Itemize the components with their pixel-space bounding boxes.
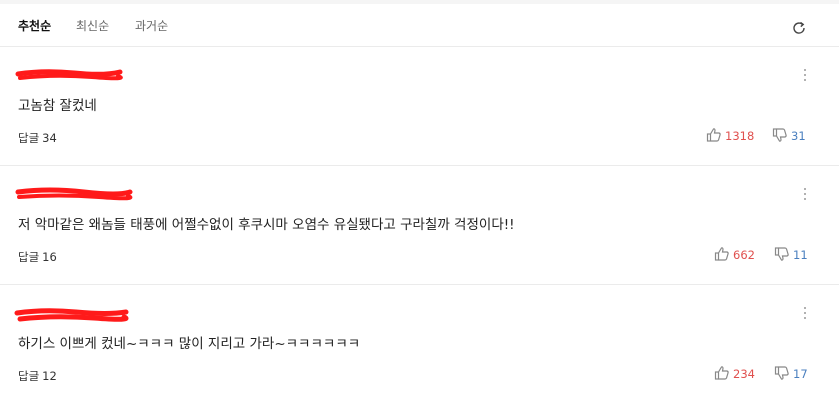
thumbs-down-icon: [774, 247, 789, 261]
sort-tab-latest[interactable]: 최신순: [76, 17, 109, 34]
sort-bar: 추천순 최신순 과거순: [0, 4, 839, 47]
thumbs-down-icon: [772, 128, 787, 142]
dislike-count: 11: [793, 248, 808, 262]
dislike-count: 17: [793, 367, 808, 381]
reply-count: 12: [42, 369, 57, 383]
author-name-redacted: [14, 67, 124, 85]
reply-label: 답글: [18, 250, 40, 264]
redaction-scribble: [15, 187, 133, 201]
reply-button[interactable]: 답글 12: [18, 368, 57, 384]
comment-text: 하기스 이쁘게 컸네~ㅋㅋㅋ 많이 지리고 가라~ㅋㅋㅋㅋㅋㅋ: [18, 336, 361, 352]
reply-count: 16: [42, 250, 57, 264]
author-name-redacted: [14, 186, 133, 204]
comment-item: 하기스 이쁘게 컸네~ㅋㅋㅋ 많이 지리고 가라~ㅋㅋㅋㅋㅋㅋ 답글 12 234…: [0, 285, 839, 400]
like-count: 234: [733, 367, 755, 381]
comment-item: 고놈참 잘컸네 답글 34 1318 31: [0, 47, 839, 166]
thumbs-up-icon: [714, 247, 729, 261]
thumbs-up-icon: [714, 366, 729, 380]
like-count: 662: [733, 248, 755, 262]
more-options-icon[interactable]: [800, 307, 810, 325]
like-count: 1318: [725, 129, 755, 143]
comment-item: 저 악마같은 왜놈들 태풍에 어쩔수없이 후쿠시마 오염수 유실됐다고 구라칠까…: [0, 166, 839, 285]
more-options-icon[interactable]: [800, 69, 810, 87]
reply-count: 34: [42, 131, 57, 145]
thumbs-down-icon: [774, 366, 789, 380]
thumbs-up-icon: [706, 128, 721, 142]
redaction-scribble: [15, 69, 123, 81]
reply-label: 답글: [18, 131, 40, 145]
reply-button[interactable]: 답글 34: [18, 130, 57, 146]
dislike-count: 31: [791, 129, 806, 143]
refresh-icon[interactable]: [790, 19, 808, 37]
reply-button[interactable]: 답글 16: [18, 249, 57, 265]
comment-text: 고놈참 잘컸네: [18, 98, 97, 114]
author-name-redacted: [14, 305, 129, 323]
redaction-scribble: [14, 308, 129, 322]
sort-tab-oldest[interactable]: 과거순: [135, 17, 168, 34]
comment-text: 저 악마같은 왜놈들 태풍에 어쩔수없이 후쿠시마 오염수 유실됐다고 구라칠까…: [18, 217, 515, 233]
more-options-icon[interactable]: [800, 188, 810, 206]
reply-label: 답글: [18, 369, 40, 383]
sort-tab-recommended[interactable]: 추천순: [18, 17, 51, 34]
